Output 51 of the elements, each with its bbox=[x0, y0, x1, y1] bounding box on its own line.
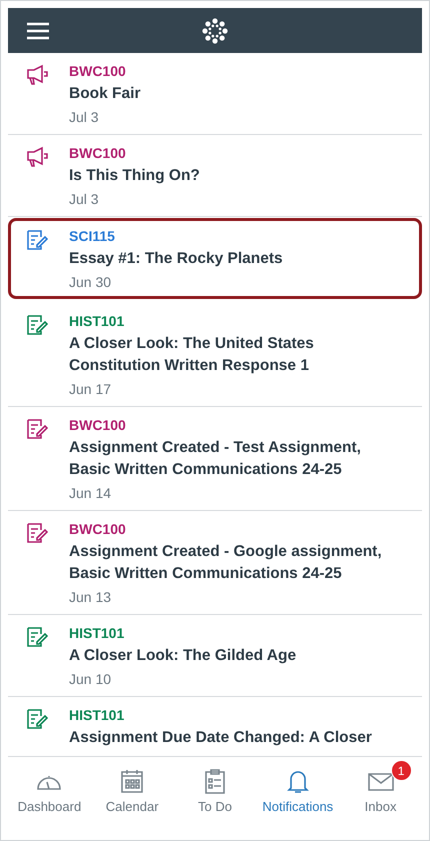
tab-label: Dashboard bbox=[18, 799, 82, 814]
notification-date: Jun 14 bbox=[69, 484, 112, 502]
course-code: HIST101 bbox=[69, 706, 126, 724]
notification-item[interactable]: HIST101 A Closer Look: The United States Constitution Written Response 1 Jun 17 bbox=[8, 303, 422, 407]
unread-badge: 1 bbox=[390, 760, 412, 781]
assignment-icon bbox=[26, 626, 48, 648]
notification-date: Jul 3 bbox=[69, 190, 100, 208]
notification-title: Book Fair bbox=[69, 84, 140, 104]
notification-item[interactable]: SCI115 Essay #1: The Rocky Planets Jun 30 bbox=[8, 218, 422, 299]
notification-title: A Closer Look: The United States Constitution Written Response 1 bbox=[69, 334, 315, 376]
notification-date: Jun 10 bbox=[69, 670, 112, 688]
course-code: BWC100 bbox=[69, 416, 127, 434]
notification-title: Essay #1: The Rocky Planets bbox=[69, 249, 283, 269]
course-code: BWC100 bbox=[69, 62, 127, 80]
assignment-icon bbox=[26, 418, 48, 440]
menu-icon[interactable] bbox=[27, 22, 49, 40]
logo-icon bbox=[202, 18, 228, 44]
tab-bar-item[interactable]: Inbox 1 bbox=[340, 759, 421, 840]
notification-title: Assignment Due Date Changed: A Closer bbox=[69, 728, 372, 748]
notification-date: Jun 17 bbox=[69, 380, 112, 398]
notification-date: Jun 13 bbox=[69, 588, 112, 606]
course-code: BWC100 bbox=[69, 144, 127, 162]
notification-title: Assignment Created - Google assignment, Basic Written Communications 24-25 bbox=[69, 542, 383, 584]
notification-date: Jun 30 bbox=[69, 273, 112, 291]
notification-item[interactable]: BWC100 Book Fair Jul 3 bbox=[8, 53, 422, 135]
course-code: HIST101 bbox=[69, 312, 126, 330]
notification-title: A Closer Look: The Gilded Age bbox=[69, 646, 296, 666]
tab-label: Notifications bbox=[262, 799, 334, 814]
notification-item[interactable]: BWC100 Assignment Created - Test Assignment, Basic Written Communications 24-25 Jun 14 bbox=[8, 407, 422, 511]
assignment-icon bbox=[26, 708, 48, 730]
notification-item[interactable]: HIST101 A Closer Look: The Gilded Age Jun 10 bbox=[8, 615, 422, 697]
tab-bar-item[interactable]: Calendar bbox=[92, 759, 172, 840]
megaphone-icon bbox=[26, 146, 48, 168]
assignment-icon bbox=[26, 314, 48, 336]
tab-bar-item[interactable]: Dashboard bbox=[9, 759, 90, 840]
notification-item[interactable]: BWC100 Is This Thing On? Jul 3 bbox=[8, 135, 422, 217]
tab-bar-item[interactable]: To Do bbox=[174, 759, 255, 840]
notification-date: Jul 3 bbox=[69, 108, 100, 126]
notification-title: Assignment Created - Test Assignment, Basic Written Communications 24-25 bbox=[69, 438, 362, 480]
tab-label: Calendar bbox=[106, 799, 159, 814]
course-code: HIST101 bbox=[69, 624, 126, 642]
notification-title: Is This Thing On? bbox=[69, 166, 200, 186]
notification-item[interactable]: BWC100 Assignment Created - Google assignment, Basic Written Communications 24-25 Jun 13 bbox=[8, 511, 422, 615]
megaphone-icon bbox=[26, 64, 48, 86]
tab-label: Inbox bbox=[364, 799, 396, 814]
assignment-icon bbox=[26, 229, 48, 251]
tab-label: To Do bbox=[198, 799, 232, 814]
course-code: SCI115 bbox=[69, 227, 116, 245]
course-code: BWC100 bbox=[69, 520, 127, 538]
assignment-icon bbox=[26, 522, 48, 544]
tab-bar-item[interactable]: Notifications bbox=[258, 759, 338, 840]
